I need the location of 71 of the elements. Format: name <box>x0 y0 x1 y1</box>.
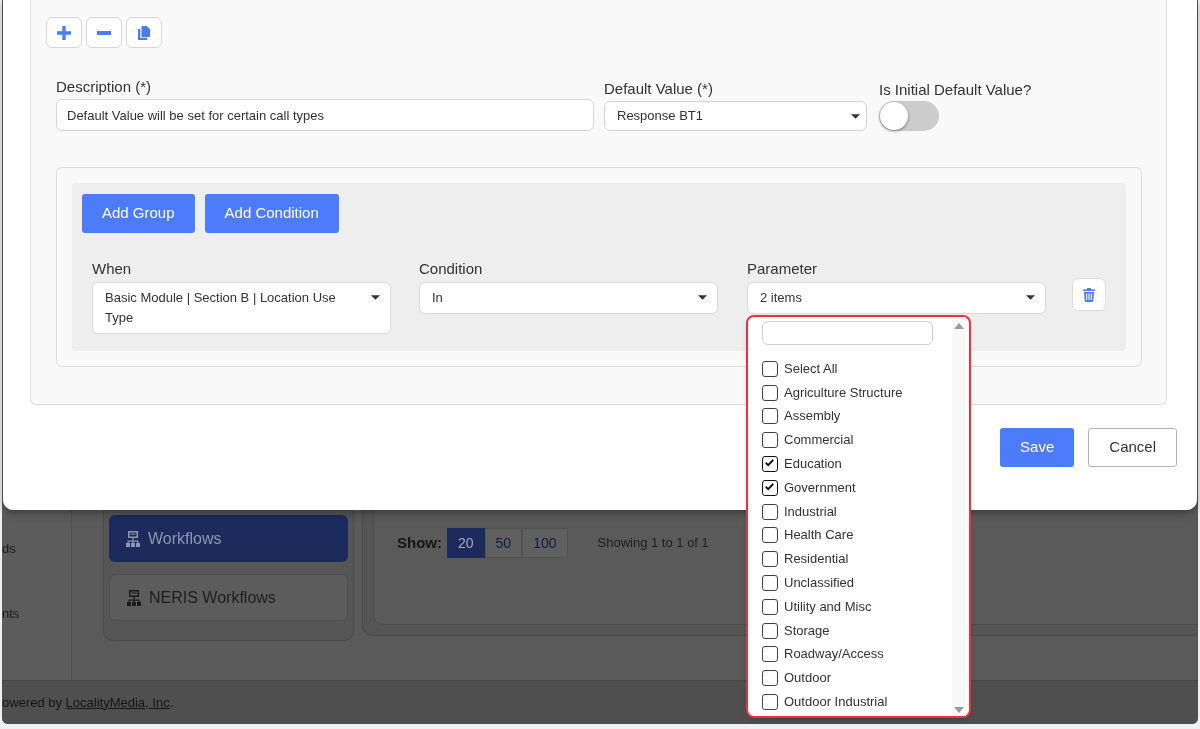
field-label: Parameter <box>747 260 819 278</box>
checkbox[interactable] <box>762 384 778 401</box>
option-label[interactable]: Government <box>784 479 856 496</box>
checkbox[interactable] <box>762 598 778 615</box>
caret-icon <box>698 295 707 300</box>
description-input[interactable]: Default Value will be set for certain call types <box>56 99 594 131</box>
toggle-switch[interactable] <box>879 101 939 131</box>
condition-select[interactable]: In <box>419 282 718 314</box>
checkbox[interactable] <box>762 646 778 663</box>
checkbox[interactable] <box>762 503 778 520</box>
option-label[interactable]: Health Care <box>784 527 854 544</box>
add-group-button[interactable]: Add Group <box>82 194 195 233</box>
checkbox[interactable] <box>762 360 778 377</box>
checkbox[interactable] <box>762 670 778 687</box>
copy-button[interactable] <box>126 17 162 48</box>
option-label[interactable]: Outdoor <box>784 670 831 687</box>
plus-icon <box>57 25 71 40</box>
field-label: When <box>92 260 133 278</box>
option-label[interactable]: Residential <box>784 551 849 568</box>
option-label[interactable]: Storage <box>784 622 830 639</box>
page-size-button[interactable]: 20 <box>447 528 485 558</box>
option-label[interactable]: Outdoor Industrial <box>784 694 888 711</box>
add-condition-button[interactable]: Add Condition <box>204 194 339 233</box>
sitemap-icon <box>127 589 141 606</box>
footer-text: owered by LocalityMedia, Inc. <box>2 693 174 712</box>
checkbox[interactable] <box>762 432 778 449</box>
option-label[interactable]: Commercial <box>784 432 854 449</box>
search-input[interactable] <box>762 321 933 345</box>
checkbox[interactable] <box>762 527 778 544</box>
scrollbar[interactable] <box>952 317 966 716</box>
option-label[interactable]: Utility and Misc <box>784 598 872 615</box>
checkbox[interactable] <box>762 622 778 639</box>
option-label[interactable]: Agriculture Structure <box>784 384 903 401</box>
field-label: Default Value (*) <box>604 80 714 98</box>
option-label[interactable]: Assembly <box>784 408 841 425</box>
default-value-select[interactable]: Response BT1 <box>604 101 867 131</box>
caret-icon <box>851 113 860 119</box>
delete-button[interactable] <box>1072 278 1106 311</box>
cancel-button[interactable]: Cancel <box>1088 428 1177 467</box>
check-icon <box>765 482 774 491</box>
field-label: Condition <box>419 260 484 278</box>
checkbox[interactable] <box>762 551 778 568</box>
option-label[interactable]: Education <box>784 456 842 473</box>
save-button[interactable]: Save <box>1000 428 1075 467</box>
scroll-up-icon[interactable] <box>954 323 964 329</box>
checkbox[interactable] <box>762 479 778 496</box>
copy-icon <box>138 25 150 40</box>
field-label: Is Initial Default Value? <box>879 81 1032 99</box>
option-label[interactable]: Unclassified <box>784 575 855 592</box>
checkbox[interactable] <box>762 456 778 473</box>
trash-icon <box>1083 287 1095 302</box>
check-icon <box>765 459 774 468</box>
parameter-select[interactable]: 2 items <box>747 282 1046 314</box>
results-summary: Showing 1 to 1 of 1 <box>597 534 709 553</box>
caret-icon <box>1026 295 1035 300</box>
checkbox[interactable] <box>762 408 778 425</box>
add-button[interactable] <box>46 17 82 48</box>
when-select[interactable]: Basic Module | Section B | Location Use Type <box>92 282 391 334</box>
minus-icon <box>97 30 111 35</box>
option-label[interactable]: Industrial <box>784 503 837 520</box>
checkbox[interactable] <box>762 575 778 592</box>
option-label[interactable]: Roadway/Access <box>784 646 884 663</box>
menu-item[interactable]: Workflows <box>109 515 348 562</box>
caret-icon <box>371 295 380 300</box>
scroll-down-icon[interactable] <box>954 707 964 713</box>
field-label: Description (*) <box>56 78 153 96</box>
sitemap-icon <box>126 530 140 547</box>
option-label[interactable]: Select All <box>784 360 838 377</box>
show-label: Show: <box>397 532 442 553</box>
remove-button[interactable] <box>86 17 122 48</box>
checkbox[interactable] <box>762 694 778 711</box>
